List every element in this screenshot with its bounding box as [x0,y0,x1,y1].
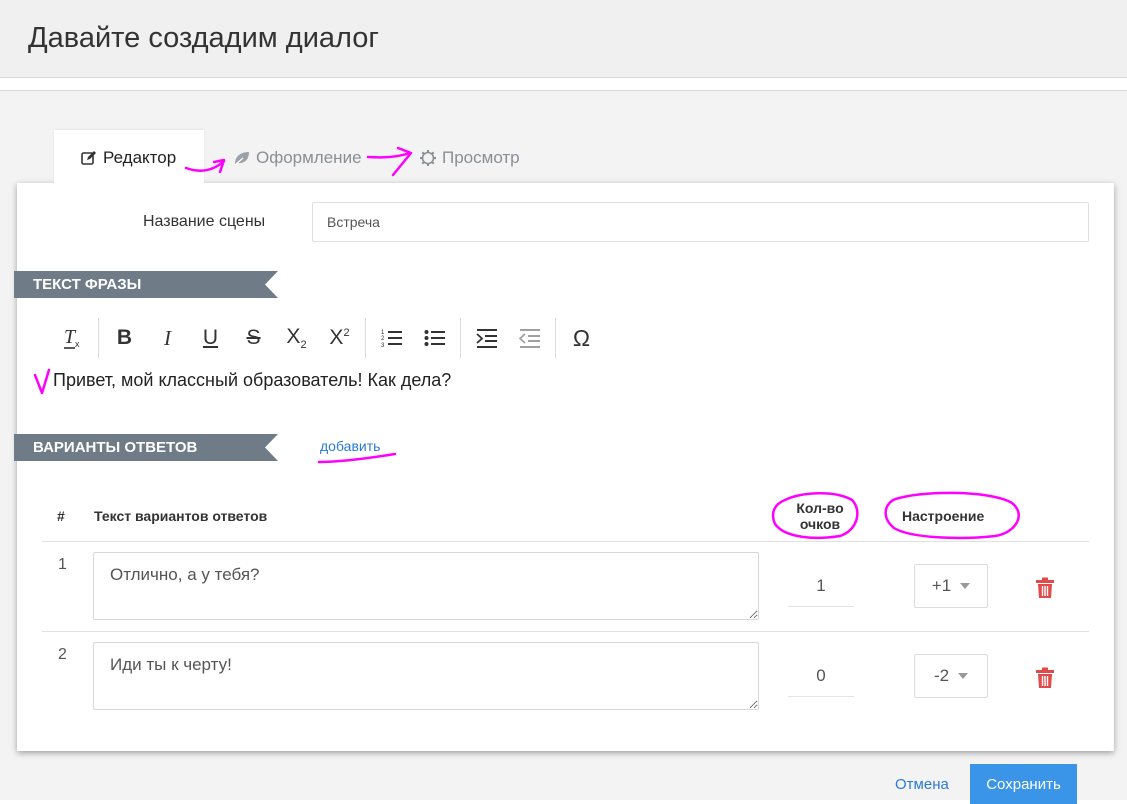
table-divider [42,541,1089,542]
column-header-text: Текст вариантов ответов [94,508,268,524]
svg-text:2: 2 [381,336,385,342]
mood-value: +1 [931,576,952,595]
column-header-points: Кол-во очков [782,500,858,532]
page-title: Давайте создадим диалог [28,22,379,54]
toolbar-divider [460,318,461,358]
mood-select[interactable]: +1 [914,564,988,608]
strikethrough-icon[interactable]: S [232,318,275,358]
chevron-down-icon [958,673,969,679]
bold-icon[interactable]: B [103,318,146,358]
points-input[interactable] [788,655,854,697]
answer-text-input[interactable]: Иди ты к черту! [93,642,759,710]
leaf-icon [234,152,249,166]
phrase-section-title: ТЕКСТ ФРАЗЫ [14,271,278,298]
column-header-points-line: Кол-во [796,500,844,516]
tab-label: Редактор [103,148,177,167]
svg-text:3: 3 [381,343,385,348]
save-button[interactable]: Сохранить [970,764,1077,804]
text-format-toolbar: Tx B I U S X2 X2 123 Ω [51,318,603,358]
tab-editor[interactable]: Редактор [80,146,176,170]
table-divider [42,631,1089,632]
tab-design[interactable]: Оформление [233,146,362,170]
edit-icon [81,151,96,165]
subscript-icon[interactable]: X2 [275,318,318,358]
delete-icon[interactable] [1035,577,1055,599]
toolbar-divider [98,318,99,358]
tab-label: Оформление [256,148,362,167]
chevron-down-icon [960,583,971,589]
add-answer-link[interactable]: добавить [320,438,380,454]
cancel-button[interactable]: Отмена [895,776,949,793]
delete-icon[interactable] [1035,667,1055,689]
superscript-icon[interactable]: X2 [318,318,361,358]
answer-text-input[interactable]: Отлично, а у тебя? [93,552,759,620]
special-char-icon[interactable]: Ω [560,318,603,358]
ordered-list-icon[interactable]: 123 [370,318,413,358]
mood-value: -2 [933,666,950,685]
toolbar-divider [365,318,366,358]
phrase-text[interactable]: Привет, мой классный образователь! Как д… [53,370,451,391]
column-header-points-line: очков [799,516,841,532]
unordered-list-icon[interactable] [413,318,456,358]
tab-preview[interactable]: Просмотр [419,146,520,170]
scene-name-label: Название сцены [143,213,266,230]
toolbar-divider [555,318,556,358]
answers-section-title: ВАРИАНТЫ ОТВЕТОВ [14,434,278,461]
indent-icon[interactable] [465,318,508,358]
gear-icon [420,150,436,166]
scene-name-input[interactable] [312,202,1089,242]
mood-select[interactable]: -2 [914,654,988,698]
outdent-icon[interactable] [508,318,551,358]
column-header-mood: Настроение [902,508,985,524]
italic-icon[interactable]: I [146,318,189,358]
tab-label: Просмотр [442,148,520,167]
points-input[interactable] [788,565,854,607]
row-number: 1 [58,556,67,573]
column-header-num: # [57,508,65,524]
row-number: 2 [58,646,67,663]
underline-icon[interactable]: U [189,318,232,358]
svg-text:x: x [75,339,80,349]
page-header: Давайте создадим диалог [0,0,1127,78]
clear-format-icon[interactable]: Tx [51,318,94,358]
